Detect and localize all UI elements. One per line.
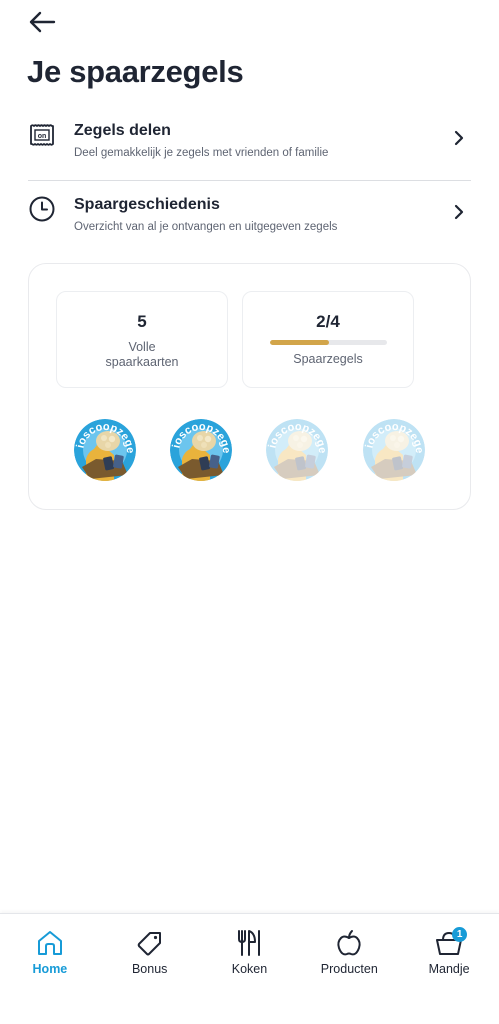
movie-stamp: Bioscoopzegel [266, 419, 328, 481]
stamps-progress-fill [270, 340, 329, 345]
nav-mandje[interactable]: 1 Mandje [399, 914, 499, 1024]
cutlery-icon [238, 930, 261, 956]
arrow-left-icon [29, 11, 56, 33]
divider [28, 180, 471, 181]
row-title: Spaargeschiedenis [74, 196, 220, 213]
nav-label: Koken [231, 962, 268, 976]
clock-icon [29, 196, 55, 222]
apple-icon [337, 930, 361, 956]
nav-koken[interactable]: Koken [200, 914, 300, 1024]
movie-stamp: Bioscoopzegel [74, 419, 136, 481]
back-button[interactable] [26, 8, 58, 36]
tag-icon [137, 932, 161, 956]
chevron-right-icon [454, 130, 464, 146]
nav-bonus[interactable]: Bonus [100, 914, 200, 1024]
movie-stamp: Bioscoopzegel [170, 419, 232, 481]
row-title: Zegels delen [74, 122, 171, 139]
full-cards-label-line1: Volle [128, 340, 156, 354]
bottom-nav: Home Bonus Koken Producten 1 Mandje [0, 913, 499, 1024]
savings-history-row[interactable]: Spaargeschiedenis Overzicht van al je on… [28, 192, 471, 248]
stamp-graphic: Bioscoopzegel [170, 419, 232, 481]
row-subtitle: Deel gemakkelijk je zegels met vrienden … [74, 147, 329, 159]
share-stamps-row[interactable]: on Zegels delen Deel gemakkelijk je zege… [28, 118, 471, 174]
stamps-count: 2/4 [316, 312, 340, 331]
full-cards-stat: 5 Volle spaarkaarten [56, 291, 228, 388]
stamps-progress-bar [270, 340, 387, 345]
nav-producten[interactable]: Producten [299, 914, 399, 1024]
movie-stamp: Bioscoopzegel [363, 419, 425, 481]
chevron-right-icon [454, 204, 464, 220]
stamp-share-icon: on [30, 124, 54, 146]
nav-label: Producten [320, 962, 378, 976]
nav-home[interactable]: Home [0, 914, 100, 1024]
stamp-graphic: Bioscoopzegel [363, 419, 425, 481]
full-cards-label: Volle spaarkaarten [57, 340, 227, 370]
full-cards-value: 5 [137, 312, 147, 331]
full-cards-label-line2: spaarkaarten [105, 355, 179, 369]
cart-badge: 1 [452, 927, 468, 942]
row-subtitle: Overzicht van al je ontvangen en uitgege… [74, 221, 338, 233]
nav-label: Bonus [131, 962, 168, 976]
stamp-graphic: Bioscoopzegel [266, 419, 328, 481]
page-title: Je spaarzegels [27, 54, 244, 89]
stamp-graphic: Bioscoopzegel [74, 419, 136, 481]
savings-card: 5 Volle spaarkaarten 2/4 Spaarzegels Bio… [28, 263, 471, 510]
svg-text:on: on [38, 133, 47, 140]
stamps-label: Spaarzegels [293, 352, 363, 366]
nav-label: Mandje [428, 962, 470, 976]
home-icon [37, 931, 62, 955]
nav-label: Home [32, 962, 68, 976]
stamps-stat: 2/4 Spaarzegels [242, 291, 414, 388]
